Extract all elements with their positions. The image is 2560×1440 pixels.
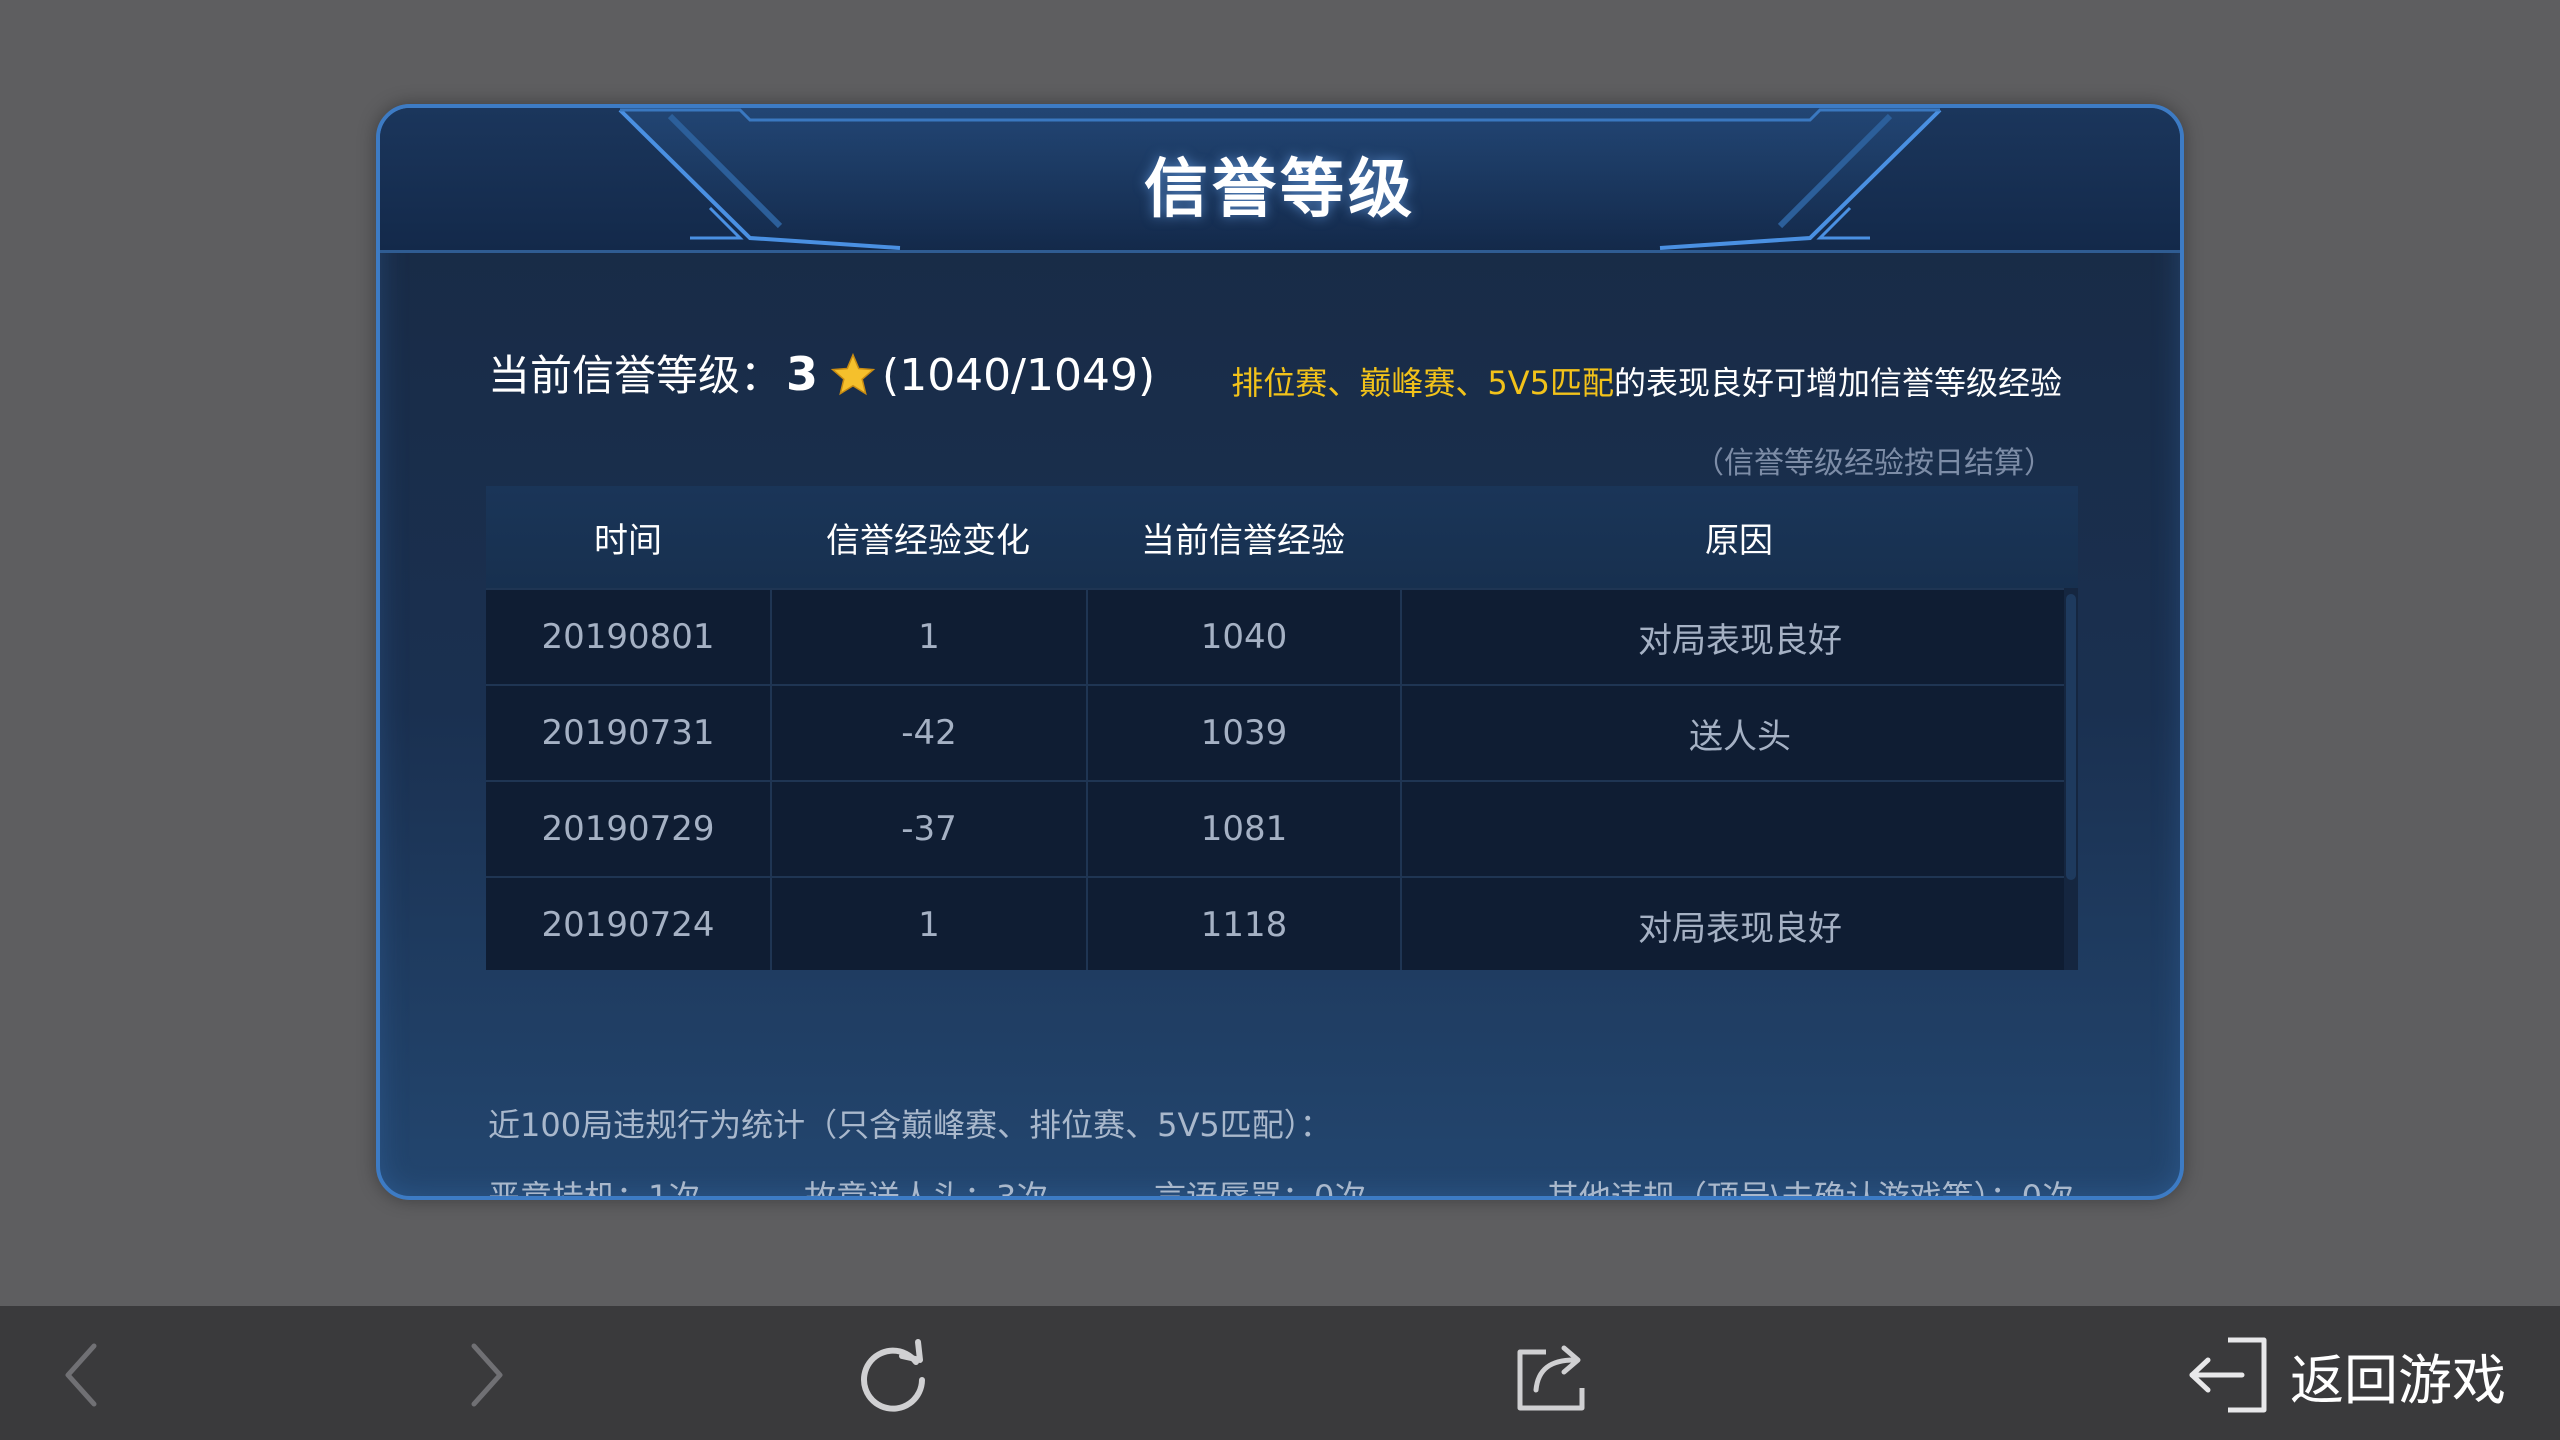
current-level-progress: (1040/1049): [882, 350, 1156, 401]
table-header: 时间 信誉经验变化 当前信誉经验 原因: [486, 486, 2078, 588]
credit-level-dialog: 信誉等级 当前信誉等级： 3 (1040/1049) 排位赛、巅峰赛、5V5匹配…: [376, 104, 2184, 1200]
cell-time: 20190731: [541, 713, 715, 753]
return-to-game-label: 返回游戏: [2290, 1348, 2506, 1412]
stat-feeding: 故意送人头：3次: [804, 1178, 1049, 1200]
credit-history-table: 时间 信誉经验变化 当前信誉经验 原因 20190801 1 1040 对局表现…: [486, 486, 2078, 970]
hint-mode-ranked: 排位赛: [1231, 364, 1328, 402]
table-row: 20190801 1 1040 对局表现良好: [486, 588, 2078, 684]
cell-current: 1118: [1086, 878, 1400, 970]
experience-hint: 排位赛、巅峰赛、5V5匹配的表现良好可增加信誉等级经验: [1231, 358, 2062, 404]
stat-verbal-abuse: 言语辱骂：0次: [1154, 1178, 1367, 1200]
cell-reason: 送人头: [1400, 686, 2078, 780]
column-header-reason: 原因: [1705, 520, 1773, 561]
hint-mode-peak: 巅峰赛: [1359, 364, 1456, 402]
hint-suffix: 的表现良好可增加信誉等级经验: [1613, 364, 2062, 402]
column-header-change: 信誉经验变化: [826, 520, 1030, 561]
table-body: 20190801 1 1040 对局表现良好 20190731 -42 1039…: [486, 588, 2078, 970]
refresh-icon: [861, 1339, 925, 1412]
hint-separator: 、: [1455, 364, 1488, 402]
cell-current: 1039: [1086, 686, 1400, 780]
cell-time: 20190724: [541, 905, 715, 945]
star-icon: [830, 352, 876, 396]
table-row: 20190729 -37 1081: [486, 780, 2078, 876]
column-header-current: 当前信誉经验: [1141, 520, 1345, 561]
table-scrollbar[interactable]: [2064, 588, 2078, 970]
table-body-scroll[interactable]: 20190801 1 1040 对局表现良好 20190731 -42 1039…: [486, 588, 2078, 970]
stat-afk: 恶意挂机：1次: [488, 1178, 701, 1200]
current-level-label: 当前信誉等级：: [488, 351, 783, 400]
refresh-button[interactable]: [850, 1330, 940, 1420]
hint-mode-5v5: 5V5匹配: [1487, 364, 1614, 402]
cell-reason: [1400, 782, 2078, 876]
cell-current: 1040: [1086, 590, 1400, 684]
cell-time: 20190729: [541, 809, 715, 849]
settlement-note: （信誉等级经验按日结算）: [1694, 446, 2054, 481]
cell-time: 20190801: [541, 617, 715, 657]
return-to-game-button[interactable]: 返回游戏: [2184, 1330, 2506, 1420]
cell-reason: 对局表现良好: [1400, 878, 2078, 970]
cell-change: 1: [770, 878, 1086, 970]
cell-change: 1: [770, 590, 1086, 684]
cell-change: -37: [770, 782, 1086, 876]
back-button[interactable]: [38, 1330, 128, 1420]
violation-stats-title: 近100局违规行为统计（只含巅峰赛、排位赛、5V5匹配）：: [488, 1106, 1332, 1144]
forward-arrow-icon: [471, 1343, 503, 1407]
cell-current: 1081: [1086, 782, 1400, 876]
column-header-time: 时间: [594, 520, 662, 561]
forward-button[interactable]: [440, 1330, 530, 1420]
dialog-title: 信誉等级: [1144, 153, 1416, 227]
current-level-value: 3: [786, 347, 819, 401]
exit-icon: [2189, 1337, 2267, 1413]
share-icon: [1517, 1345, 1585, 1411]
dialog-header: 信誉等级: [380, 108, 2180, 253]
page: 信誉等级 当前信誉等级： 3 (1040/1049) 排位赛、巅峰赛、5V5匹配…: [0, 0, 2560, 1440]
back-arrow-icon: [65, 1343, 97, 1407]
cell-change: -42: [770, 686, 1086, 780]
browser-bottom-bar: 返回游戏: [0, 1306, 2560, 1440]
hint-separator: 、: [1327, 364, 1360, 402]
cell-reason: 对局表现良好: [1400, 590, 2078, 684]
table-scrollbar-thumb[interactable]: [2066, 594, 2076, 880]
share-button[interactable]: [1508, 1330, 1598, 1420]
table-row: 20190731 -42 1039 送人头: [486, 684, 2078, 780]
current-level: 当前信誉等级： 3 (1040/1049): [488, 342, 1155, 403]
table-row: 20190724 1 1118 对局表现良好: [486, 876, 2078, 970]
stat-other-violations: 其他违规（顶号\未确认游戏等）：0次: [1546, 1178, 2074, 1200]
